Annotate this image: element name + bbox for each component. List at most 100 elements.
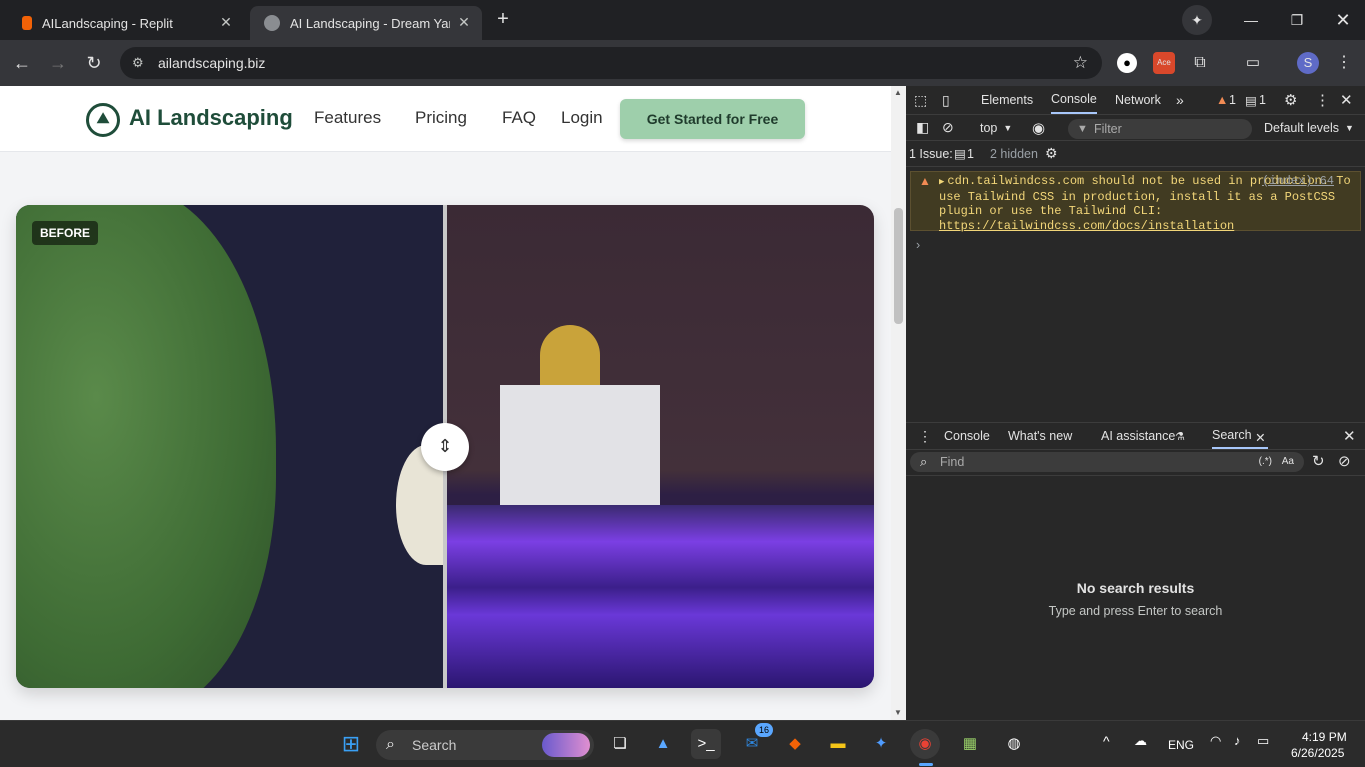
drawer-tab-ai-assistance[interactable]: AI assistance [1101,423,1175,449]
windows-start-icon[interactable]: ⊞ [336,729,366,759]
scroll-down-icon[interactable]: ▼ [894,708,902,717]
issues-link-count[interactable]: 1 [967,141,974,166]
issues-icon[interactable]: ▤ [1245,86,1257,114]
page-scrollbar[interactable]: ▲ ▼ [891,86,906,720]
onedrive-icon[interactable]: ☁ [1134,733,1147,749]
volume-icon[interactable]: ♪ [1234,733,1241,748]
live-expression-eye-icon[interactable]: ◉ [1032,115,1045,140]
more-tabs-icon[interactable]: » [1176,86,1184,114]
tab-elements[interactable]: Elements [981,86,1033,114]
issues-link-icon[interactable]: ▤ [954,141,966,166]
tab-replit[interactable]: AILandscaping - Replit ✕ [8,6,244,40]
close-tab-icon[interactable]: ✕ [456,14,472,30]
warning-docs-link[interactable]: https://tailwindcss.com/docs/installatio… [939,219,1234,233]
wifi-icon[interactable]: ◠ [1210,733,1221,749]
language-indicator[interactable]: ENG [1168,738,1194,752]
taskbar-search[interactable]: ⌕ Search [376,730,594,760]
tab-console[interactable]: Console [1051,86,1097,114]
drawer-menu-icon[interactable]: ⋮ [918,423,932,449]
tab-search-icon[interactable]: ▭ [1242,52,1264,74]
warning-icon[interactable]: ▲ [1216,86,1228,114]
inspect-element-icon[interactable]: ⬚ [914,86,927,114]
photos-icon[interactable]: ▲ [648,729,678,759]
clear-search-icon[interactable]: ⊘ [1338,452,1351,470]
settings-gear-icon[interactable]: ⚙ [1284,86,1297,114]
console-filter-input[interactable]: ▼ Filter [1068,119,1252,139]
new-tab-button[interactable]: + [492,8,514,30]
copilot-icon[interactable]: ✦ [866,729,896,759]
web-page: ⛰ AI Landscaping Features Pricing FAQ Lo… [0,86,891,720]
context-select[interactable]: top ▼ [980,115,1012,140]
nav-faq[interactable]: FAQ [502,108,536,128]
slider-handle[interactable]: ⇕ [421,423,469,471]
scroll-up-icon[interactable]: ▲ [894,88,902,97]
spreadsheet-app-icon[interactable]: ▦ [955,729,985,759]
forward-button[interactable]: → [46,51,70,75]
warning-source-link[interactable]: (index):64 [1262,174,1334,189]
console-prompt-icon[interactable]: › [916,238,920,252]
drawer-tab-console[interactable]: Console [944,423,990,449]
minimize-button[interactable]: — [1236,8,1266,32]
nav-login[interactable]: Login [561,108,603,128]
sidebar-toggle-icon[interactable]: ◧ [916,115,929,140]
drawer-tab-whats-new[interactable]: What's new [1008,423,1072,449]
task-view-icon[interactable]: ❏ [605,729,635,759]
terminal-icon[interactable]: >_ [691,729,721,759]
mail-icon[interactable]: ✉ 16 [737,723,773,759]
extensions-puzzle-icon[interactable]: ⧉ [1189,52,1211,74]
search-highlight-image [542,733,590,757]
scrollbar-thumb[interactable] [894,208,903,324]
file-explorer-icon[interactable]: ▬ [823,729,853,759]
expand-arrow-icon[interactable]: ▶ [939,177,944,187]
close-window-button[interactable]: ✕ [1328,8,1358,32]
profile-avatar[interactable]: S [1297,52,1319,74]
nav-features[interactable]: Features [314,108,381,128]
reload-button[interactable]: ↻ [82,51,106,75]
show-hidden-icons-chevron[interactable]: ^ [1103,733,1110,749]
drawer-tab-search[interactable]: Search ✕ [1212,423,1268,449]
active-app-indicator [919,763,933,766]
match-case-toggle[interactable]: Aa [1282,452,1294,472]
get-started-button[interactable]: Get Started for Free [620,99,805,139]
log-levels-select[interactable]: Default levels ▼ [1264,115,1354,140]
console-settings-icon[interactable]: ⚙ [1045,141,1058,166]
console-warning-message[interactable]: ▲ (index):64 ▶ cdn.tailwindcss.com should… [910,171,1361,233]
refresh-search-icon[interactable]: ↻ [1312,452,1325,470]
chrome-icon[interactable]: ◉ [910,729,940,759]
maximize-button[interactable]: ❐ [1282,8,1312,32]
tab-ai-landscaping[interactable]: AI Landscaping - Dream Yard, I ✕ [250,6,482,40]
ace-extension-icon[interactable]: Ace [1153,52,1175,74]
close-search-tab-icon[interactable]: ✕ [1255,430,1265,445]
devtools-menu-icon[interactable]: ⋮ [1315,86,1330,114]
regex-toggle[interactable]: (.*) [1259,452,1272,472]
lily-pad-shape [16,205,276,688]
clock-time[interactable]: 4:19 PM [1302,730,1347,744]
close-tab-icon[interactable]: ✕ [218,14,234,30]
bookmark-star-icon[interactable]: ☆ [1073,53,1088,73]
close-drawer-icon[interactable]: ✕ [1343,423,1356,449]
windows-taskbar: ⊞ ⌕ Search ❏ ▲ >_ ✉ 16 ◆ ▬ ✦ ◉ ▦ ◍ ^ ☁ E… [0,720,1365,767]
issues-count: 1 [1259,93,1266,107]
close-devtools-icon[interactable]: ✕ [1340,86,1353,114]
back-button[interactable]: ← [10,51,34,75]
extension-icon[interactable]: ● [1117,53,1137,73]
brand-name[interactable]: AI Landscaping [129,105,293,131]
before-image: BEFORE [16,205,456,688]
drawer-tabbar: ⋮ Console What's new AI assistance ⚗ Sea… [906,422,1365,450]
battery-icon[interactable]: ▭ [1257,733,1269,749]
replit-app-icon[interactable]: ◆ [780,729,810,759]
tab-network[interactable]: Network [1115,86,1161,114]
logo-icon[interactable]: ⛰ [86,103,120,137]
search-find-input[interactable]: ⌕ Find (.*) Aa [910,452,1304,472]
address-bar[interactable]: ⚙ ailandscaping.biz ☆ [120,47,1102,79]
device-toolbar-icon[interactable]: ▯ [942,86,950,114]
site-info-icon[interactable]: ⚙ [132,55,144,71]
before-after-slider[interactable]: BEFORE ⇕ [16,205,874,688]
menu-kebab-icon[interactable]: ⋮ [1333,52,1355,74]
clear-console-icon[interactable]: ⊘ [942,115,954,140]
clock-date[interactable]: 6/26/2025 [1291,746,1344,760]
nav-pricing[interactable]: Pricing [415,108,467,128]
gemini-icon[interactable]: ✦ [1182,5,1212,35]
browser-toolbar: ← → ↻ ⚙ ailandscaping.biz ☆ ● Ace ⧉ ▭ S … [0,40,1365,86]
github-desktop-icon[interactable]: ◍ [999,729,1029,759]
